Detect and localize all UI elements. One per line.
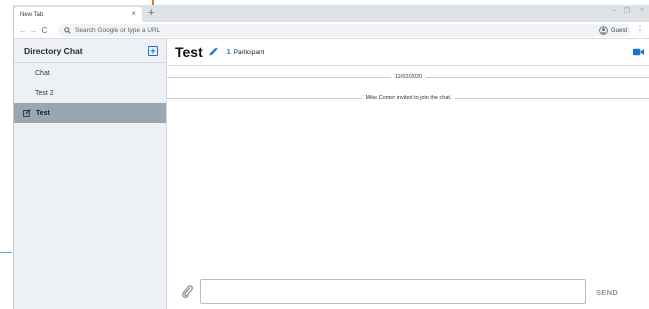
window-close-icon[interactable]: ×	[640, 7, 644, 14]
forward-arrow-icon[interactable]: →	[28, 26, 39, 35]
divider	[426, 76, 649, 78]
tab-close-icon[interactable]: ×	[131, 9, 136, 18]
restore-icon[interactable]: ❐	[624, 7, 630, 15]
participant-label[interactable]: Participant	[234, 49, 265, 56]
sidebar-item-label: Test	[36, 109, 50, 117]
search-icon	[64, 27, 71, 34]
sidebar-item-test[interactable]: Test	[14, 103, 166, 123]
conversation-title: Test	[175, 44, 203, 60]
profile-label: Guest	[611, 27, 628, 34]
address-placeholder: Search Google or type a URL	[75, 27, 161, 34]
conversation-panel: Test 1 Participant 12/02/2020 Mike Comer…	[167, 39, 649, 309]
message-composer: SEND	[167, 275, 649, 309]
pencil-icon[interactable]	[208, 47, 218, 57]
date-label: 12/02/2020	[394, 74, 423, 80]
chat-app: Directory Chat + Chat Test 2 Test Test 1…	[14, 39, 649, 309]
sidebar: Directory Chat + Chat Test 2 Test	[14, 39, 167, 309]
browser-window: New Tab × + – ❐ × ← → C Search Google or…	[13, 5, 649, 309]
system-message-text: Mike Comer invited to join the chat.	[365, 95, 452, 101]
paperclip-icon[interactable]	[181, 284, 193, 298]
new-tab-button[interactable]: +	[148, 6, 154, 21]
system-message: Mike Comer invited to join the chat.	[167, 93, 649, 103]
browser-tab[interactable]: New Tab ×	[14, 7, 142, 22]
video-camera-icon[interactable]	[633, 48, 644, 56]
browser-menu-icon[interactable]: ⋮	[636, 25, 644, 34]
callout-pointer-line	[0, 252, 12, 253]
sidebar-header: Directory Chat +	[14, 39, 166, 63]
edit-icon	[23, 109, 31, 117]
browser-toolbar: ← → C Search Google or type a URL Guest …	[14, 22, 649, 39]
divider	[167, 76, 391, 78]
tab-title: New Tab	[20, 11, 44, 18]
minimize-icon[interactable]: –	[612, 7, 616, 14]
new-chat-plus-icon[interactable]: +	[148, 45, 158, 56]
sidebar-title: Directory Chat	[24, 45, 83, 56]
profile-button[interactable]: Guest	[595, 24, 632, 37]
date-separator: 12/02/2020	[167, 72, 649, 82]
participant-count[interactable]: 1	[227, 49, 231, 56]
back-arrow-icon[interactable]: ←	[17, 26, 28, 35]
screenshot: New Tab × + – ❐ × ← → C Search Google or…	[0, 0, 649, 309]
conversation-header: Test 1 Participant	[167, 39, 649, 66]
tab-strip: New Tab × + – ❐ ×	[14, 5, 649, 22]
message-input[interactable]	[200, 279, 586, 304]
sidebar-item-label: Chat	[35, 69, 50, 77]
send-button[interactable]: SEND	[596, 288, 618, 297]
reload-icon[interactable]: C	[39, 26, 50, 35]
sidebar-item-chat[interactable]: Chat	[14, 63, 166, 83]
sidebar-item-label: Test 2	[35, 89, 54, 97]
divider	[167, 97, 362, 99]
avatar-icon	[599, 26, 608, 35]
divider	[455, 97, 649, 99]
address-bar[interactable]: Search Google or type a URL	[58, 24, 600, 37]
sidebar-item-test-2[interactable]: Test 2	[14, 83, 166, 103]
